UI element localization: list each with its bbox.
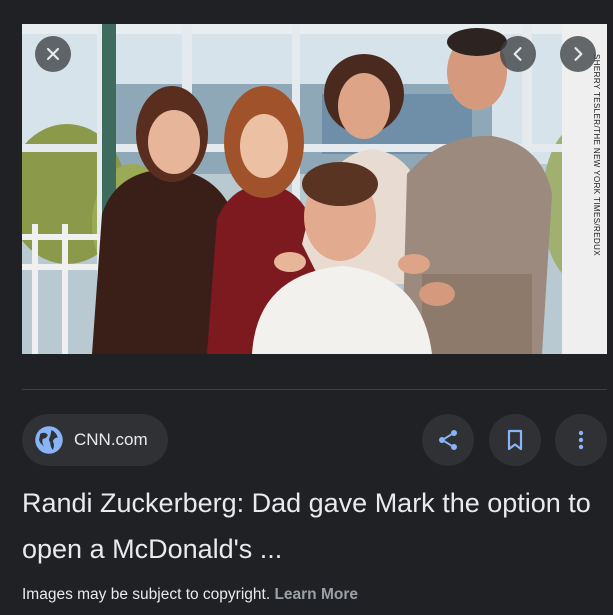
more-vert-icon — [578, 430, 584, 450]
more-options-button[interactable] — [555, 414, 607, 466]
close-button[interactable] — [35, 36, 71, 72]
copyright-notice: Images may be subject to copyright. Lear… — [22, 586, 358, 604]
share-button[interactable] — [422, 414, 474, 466]
chevron-left-icon — [513, 47, 522, 61]
image-preview-panel: SHERRY TESLER/THE NEW YORK TIMES/REDUX C… — [0, 0, 613, 615]
globe-icon — [35, 426, 63, 454]
divider — [22, 389, 607, 390]
chevron-right-icon — [574, 47, 583, 61]
next-image-button[interactable] — [560, 36, 596, 72]
save-button[interactable] — [489, 414, 541, 466]
photo-credit: SHERRY TESLER/THE NEW YORK TIMES/REDUX — [592, 54, 601, 257]
bookmark-icon — [507, 429, 523, 451]
source-link[interactable]: CNN.com — [22, 414, 168, 466]
image-title[interactable]: Randi Zuckerberg: Dad gave Mark the opti… — [22, 480, 592, 572]
copyright-text: Images may be subject to copyright. — [22, 586, 271, 603]
source-name: CNN.com — [74, 430, 148, 449]
family-photo — [22, 24, 607, 354]
close-icon — [46, 47, 60, 61]
preview-image[interactable]: SHERRY TESLER/THE NEW YORK TIMES/REDUX — [22, 24, 607, 354]
share-icon — [439, 430, 457, 450]
learn-more-link[interactable]: Learn More — [274, 586, 358, 603]
previous-image-button[interactable] — [500, 36, 536, 72]
